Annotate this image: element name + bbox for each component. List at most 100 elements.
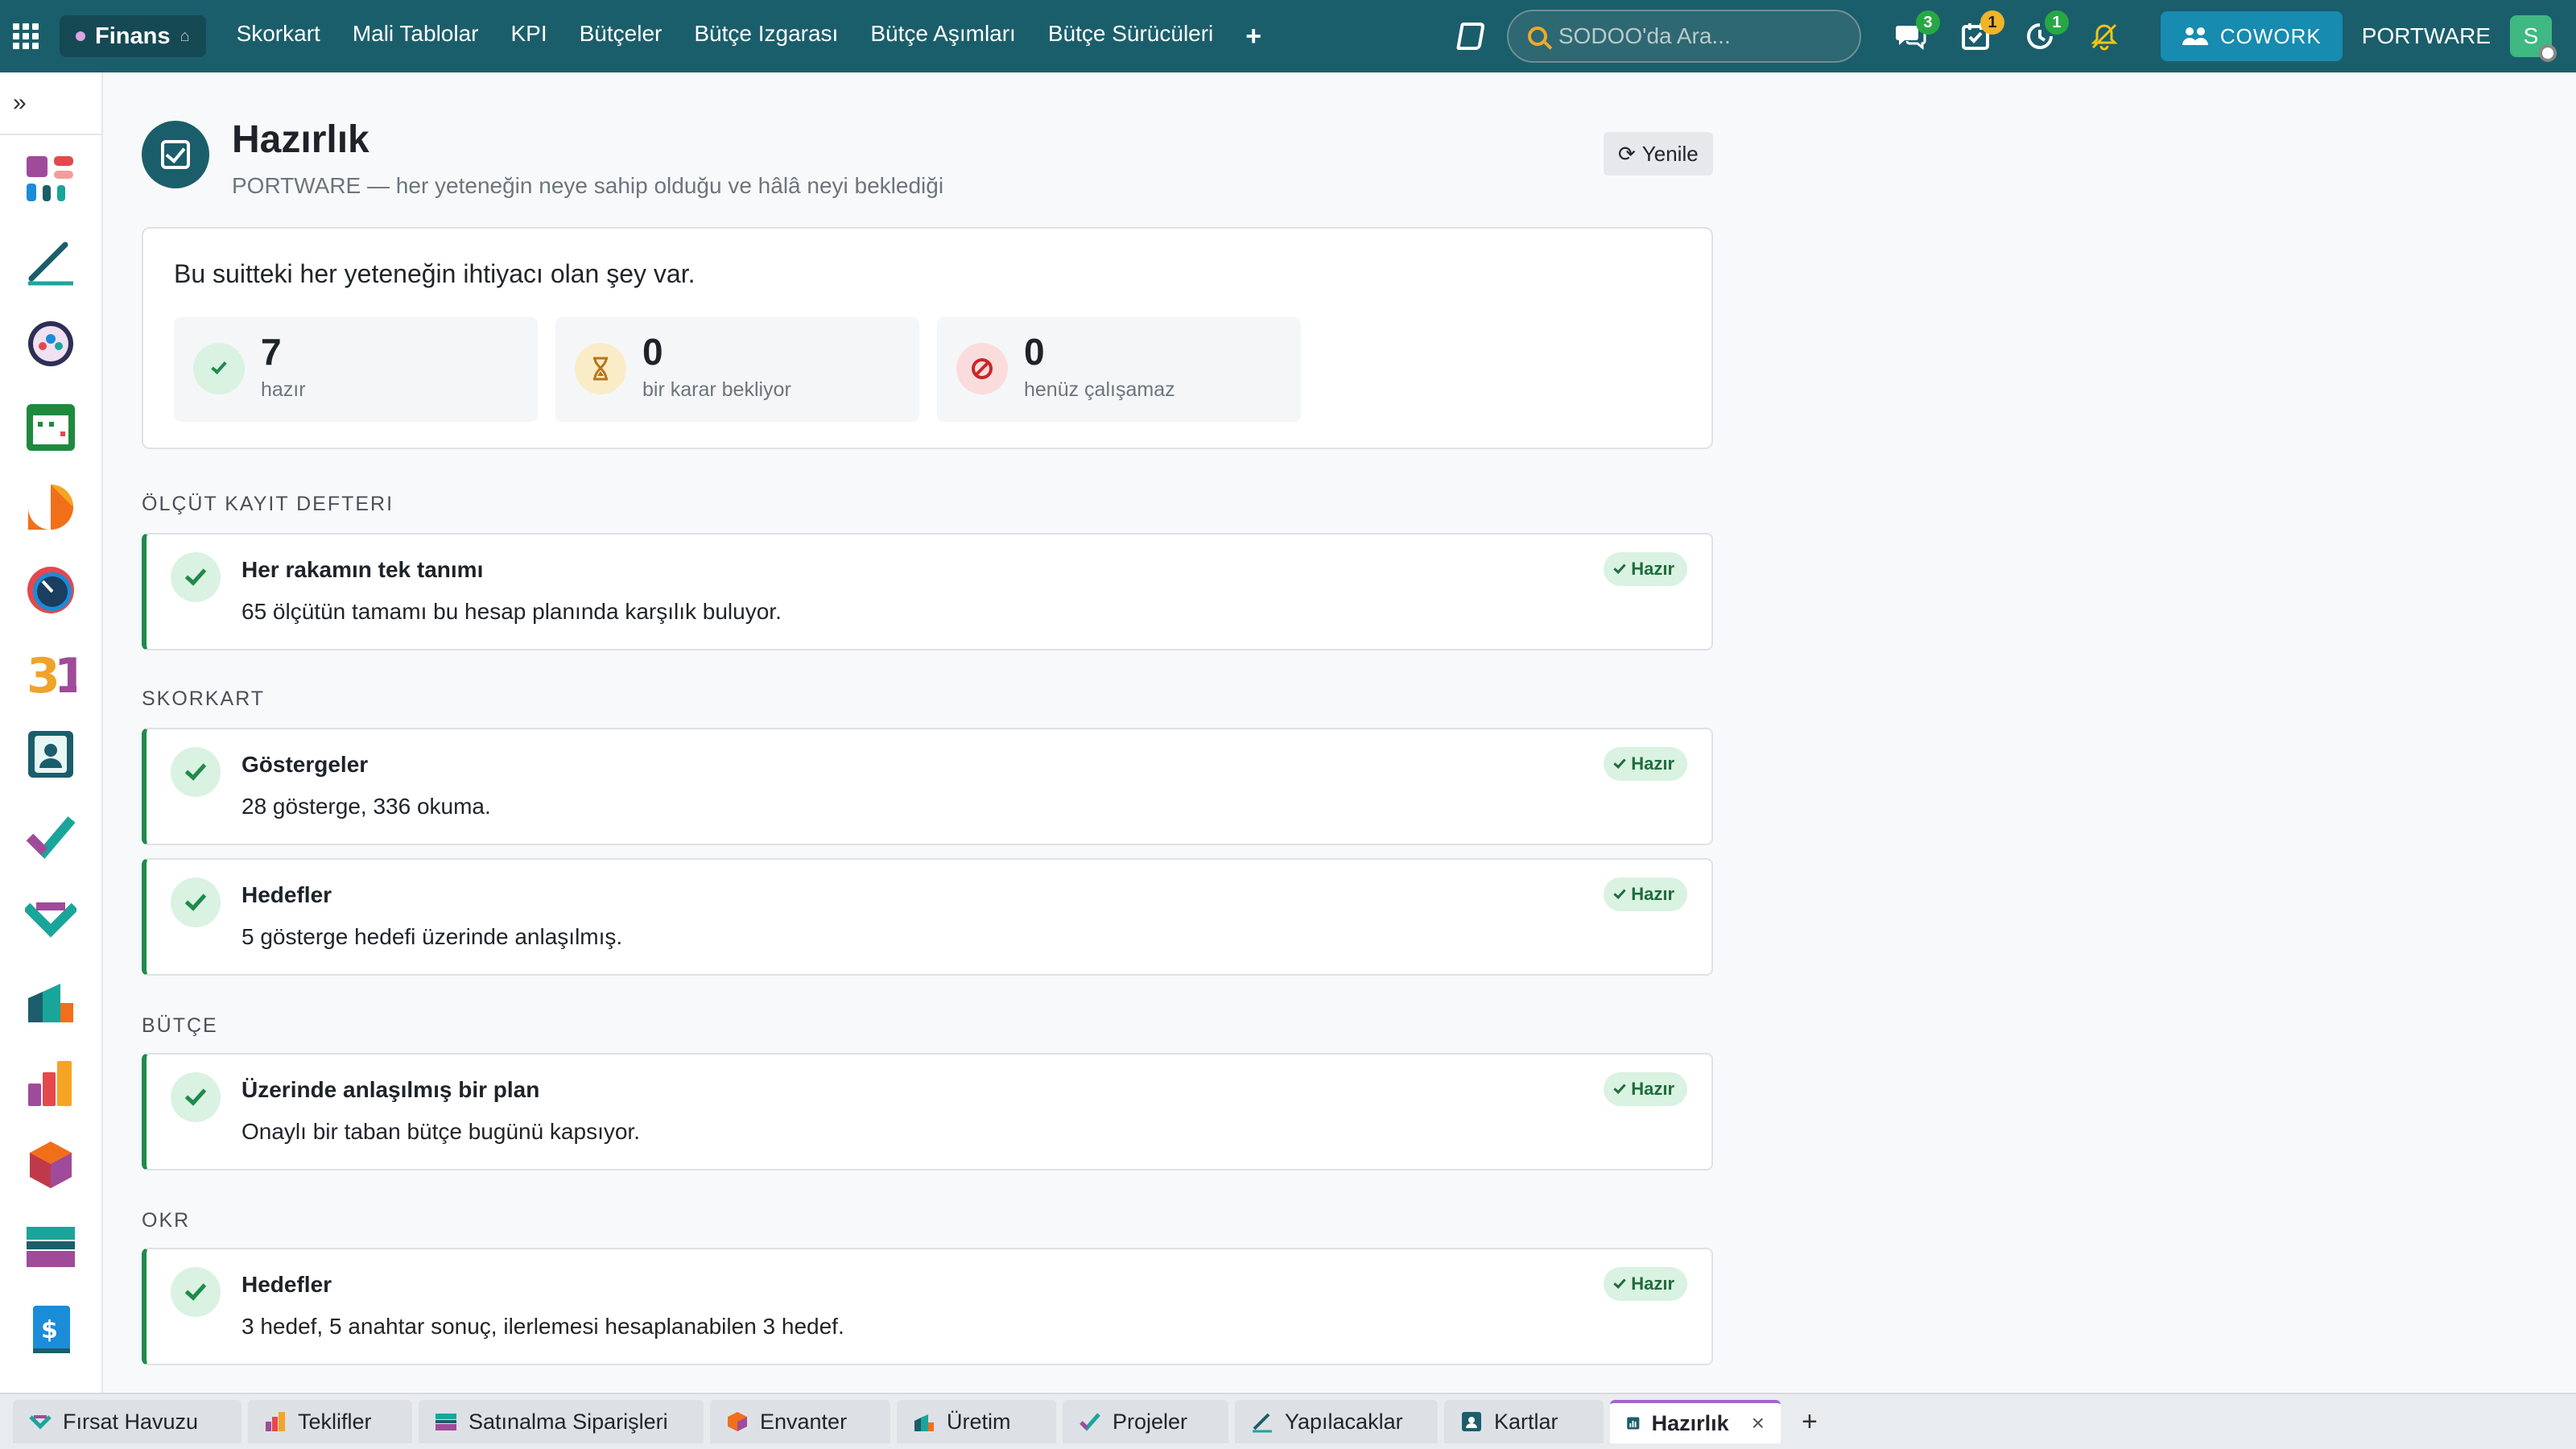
systray: SODOO'da Ara... 3 1 1 COWORK PORTWARE S xyxy=(1455,0,2576,72)
section-heading-butce: BÜTÇE xyxy=(142,1014,218,1037)
sidebar-expand-icon[interactable]: » xyxy=(0,72,101,135)
user-avatar[interactable]: S xyxy=(2510,15,2557,62)
tab-label: Yapılacaklar xyxy=(1285,1409,1403,1434)
item-description: 5 gösterge hedefi üzerinde anlaşılmış. xyxy=(242,924,623,949)
menu-item-skorkart[interactable]: Skorkart xyxy=(221,21,336,52)
tab-kartlar[interactable]: Kartlar xyxy=(1444,1400,1604,1443)
invoicing-app-icon[interactable]: $ xyxy=(25,1302,76,1356)
menu-item-mali-tablolar[interactable]: Mali Tablolar xyxy=(336,21,495,52)
activities-icon[interactable]: 1 xyxy=(1955,10,2004,57)
stat-pending-label: bir karar bekliyor xyxy=(642,378,791,401)
refresh-button[interactable]: ⟳ Yenile xyxy=(1604,132,1713,175)
add-tab-icon[interactable]: + xyxy=(1802,1406,1818,1438)
tab-label: Satınalma Siparişleri xyxy=(469,1409,668,1434)
tab-satinalma-siparisleri[interactable]: Satınalma Siparişleri xyxy=(419,1400,704,1443)
contacts-icon xyxy=(1462,1412,1481,1431)
sign-app-icon[interactable] xyxy=(25,235,76,288)
tab-hazirlik[interactable]: Hazırlık × xyxy=(1610,1400,1781,1443)
tab-uretim[interactable]: Üretim xyxy=(897,1400,1056,1443)
app-switcher-finans[interactable]: Finans ⌂ xyxy=(60,15,206,57)
cowork-button[interactable]: COWORK xyxy=(2160,11,2343,61)
timer-icon[interactable]: 1 xyxy=(2019,10,2069,57)
presence-status-icon xyxy=(2539,44,2557,62)
item-title: Hedefler xyxy=(242,882,332,907)
check-icon xyxy=(1613,1081,1626,1094)
sidebar-app-list: 31 $ xyxy=(0,135,101,1356)
tab-firsat-havuzu[interactable]: Fırsat Havuzu xyxy=(13,1400,242,1443)
project-app-icon[interactable] xyxy=(25,810,76,863)
check-icon xyxy=(171,1072,221,1122)
section-heading-skorkart: SKORKART xyxy=(142,687,266,710)
calendar-31-app-icon[interactable]: 31 xyxy=(25,646,88,704)
manufacturing-app-icon[interactable] xyxy=(25,974,76,1027)
stat-blocked-value: 0 xyxy=(1024,331,1045,373)
tab-projeler[interactable]: Projeler xyxy=(1063,1400,1228,1443)
contacts-app-icon[interactable] xyxy=(25,728,76,781)
inventory-icon xyxy=(728,1412,747,1431)
timer-badge: 1 xyxy=(2044,10,2069,35)
check-icon xyxy=(171,552,221,602)
status-badge: Hazır xyxy=(1604,552,1687,586)
discuss-app-icon[interactable] xyxy=(25,481,76,535)
dashboard-app-icon[interactable] xyxy=(25,153,76,206)
menu-item-butce-izgarasi[interactable]: Bütçe Izgarası xyxy=(678,21,854,52)
check-icon xyxy=(193,343,245,394)
page-header: Hazırlık PORTWARE — her yeteneğin neye s… xyxy=(142,116,943,199)
refresh-icon: ⟳ xyxy=(1618,141,1636,166)
tab-envanter[interactable]: Envanter xyxy=(710,1400,890,1443)
purchase-app-icon[interactable] xyxy=(25,1220,76,1274)
notifications-off-icon[interactable] xyxy=(2083,15,2125,57)
check-icon xyxy=(1613,561,1626,574)
item-title: Her rakamın tek tanımı xyxy=(242,557,484,582)
section-heading-okr: OKR xyxy=(142,1209,191,1232)
tab-yapilacaklar[interactable]: Yapılacaklar xyxy=(1235,1400,1438,1443)
ban-icon xyxy=(956,343,1008,394)
menu-item-kpi[interactable]: KPI xyxy=(494,21,563,52)
status-label: Hazır xyxy=(1631,753,1674,774)
crm-icon xyxy=(29,1415,52,1430)
main-menu: Skorkart Mali Tablolar KPI Bütçeler Bütç… xyxy=(221,21,1278,52)
calendar-app-icon[interactable] xyxy=(25,399,76,452)
menu-item-butceler[interactable]: Bütçeler xyxy=(564,21,679,52)
item-description: 3 hedef, 5 anahtar sonuç, ilerlemesi hes… xyxy=(242,1314,844,1339)
tab-label: Hazırlık xyxy=(1651,1410,1729,1435)
apps-menu-button[interactable] xyxy=(0,0,52,72)
grid-icon xyxy=(13,23,39,49)
documentation-icon[interactable] xyxy=(1455,23,1485,50)
stat-blocked-label: henüz çalışamaz xyxy=(1024,378,1175,401)
timesheet-app-icon[interactable] xyxy=(25,564,76,617)
tab-teklifler[interactable]: Teklifler xyxy=(248,1400,412,1443)
company-switcher[interactable]: PORTWARE xyxy=(2362,23,2491,49)
messages-icon[interactable]: 3 xyxy=(1890,10,1940,57)
add-menu-icon[interactable]: + xyxy=(1229,21,1278,52)
messages-badge: 3 xyxy=(1915,10,1940,35)
check-icon xyxy=(1613,756,1626,769)
inventory-app-icon[interactable] xyxy=(25,1138,76,1191)
status-label: Hazır xyxy=(1631,559,1674,579)
cowork-label: COWORK xyxy=(2219,23,2322,48)
avatar-letter: S xyxy=(2523,23,2539,48)
summary-card: Bu suitteki her yeteneğin ihtiyacı olan … xyxy=(142,227,1713,449)
tab-label: Projeler xyxy=(1113,1409,1188,1434)
home-icon: ⌂ xyxy=(180,27,190,45)
check-icon xyxy=(1613,886,1626,899)
item-title: Üzerinde anlaşılmış bir plan xyxy=(242,1077,540,1102)
manufacturing-icon xyxy=(914,1414,934,1431)
sales-app-icon[interactable] xyxy=(25,1056,76,1109)
check-icon xyxy=(1613,1276,1626,1289)
search-input[interactable]: SODOO'da Ara... xyxy=(1506,10,1861,63)
item-description: 28 gösterge, 336 okuma. xyxy=(242,794,491,819)
stat-ready-value: 7 xyxy=(261,331,282,373)
page-subtitle: PORTWARE — her yeteneğin neye sahip oldu… xyxy=(232,173,944,198)
menu-item-butce-suruculeri[interactable]: Bütçe Sürücüleri xyxy=(1032,21,1229,52)
menu-item-butce-asimlari[interactable]: Bütçe Aşımları xyxy=(854,21,1032,52)
search-placeholder: SODOO'da Ara... xyxy=(1558,23,1731,48)
close-icon[interactable]: × xyxy=(1752,1410,1765,1436)
readiness-item: Hedefler 5 gösterge hedefi üzerinde anla… xyxy=(142,858,1713,976)
employees-app-icon[interactable] xyxy=(25,317,76,370)
status-label: Hazır xyxy=(1631,884,1674,904)
status-badge: Hazır xyxy=(1604,747,1687,781)
bottom-tab-bar: Fırsat Havuzu Teklifler Satınalma Sipari… xyxy=(0,1393,2576,1449)
crm-app-icon[interactable] xyxy=(23,892,79,945)
search-icon xyxy=(1527,27,1547,46)
